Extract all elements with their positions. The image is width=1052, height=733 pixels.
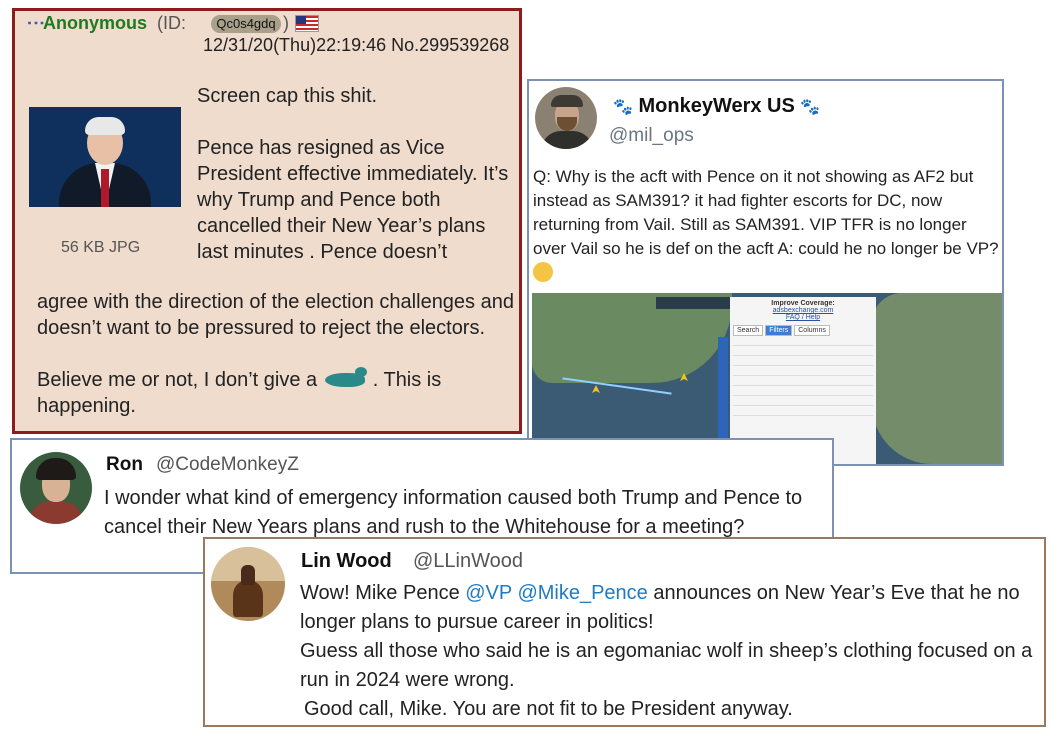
poster-id-label: (ID: <box>157 13 186 33</box>
panel-site-link[interactable]: adsbexchange.com <box>733 307 873 314</box>
display-name[interactable]: Lin Wood <box>301 550 392 573</box>
avatar[interactable] <box>535 87 597 149</box>
tweet-text: Q: Why is the acft with Pence on it not … <box>533 165 1001 285</box>
tab-filters[interactable]: Filters <box>765 325 793 336</box>
poster-id-close: ) <box>283 13 289 33</box>
user-handle[interactable]: @mil_ops <box>609 125 694 147</box>
text-before-mentions: Wow! Mike Pence <box>300 582 466 604</box>
tweet-lin-wood: Lin Wood @LLinWood Wow! Mike Pence @VP @… <box>203 537 1046 727</box>
tweet-text: I wonder what kind of emergency informat… <box>104 487 803 538</box>
map-toolbar[interactable] <box>656 297 734 309</box>
user-handle[interactable]: @CodeMonkeyZ <box>156 454 299 476</box>
aircraft-icon[interactable] <box>592 385 600 393</box>
closing-before: Believe me or not, I don’t give a <box>37 369 318 391</box>
tab-search[interactable]: Search <box>733 325 764 336</box>
post-date: 12/31/20(Thu)22:19:46 <box>203 35 387 55</box>
post-thumbnail[interactable] <box>29 107 181 207</box>
display-name-text: MonkeyWerx US <box>638 95 795 117</box>
post-text-full: agree with the direction of the election… <box>37 291 514 339</box>
faq-link[interactable]: FAQ / Help <box>733 314 873 321</box>
post-text-right: Pence has resigned as Vice President eff… <box>197 137 509 263</box>
tweet-line-2: Guess all those who said he is an egoman… <box>300 640 1033 691</box>
tweet-monkeywerx: 🐾 MonkeyWerx US 🐾 @mil_ops Q: Why is the… <box>527 79 1004 466</box>
paw-icon: 🐾 <box>613 99 633 116</box>
tab-columns[interactable]: Columns <box>794 325 830 336</box>
tweet-line-3: Good call, Mike. You are not fit to be P… <box>304 698 793 720</box>
post-text-closing: Believe me or not, I don’t give a . This… <box>37 367 517 419</box>
display-name[interactable]: Ron <box>106 454 143 476</box>
chan-post: ⋮ Anonymous (ID: Qc0s4gdq ) 12/31/20(Thu… <box>12 8 522 434</box>
display-name[interactable]: 🐾 MonkeyWerx US 🐾 <box>613 95 820 118</box>
poster-id[interactable]: Qc0s4gdq <box>211 15 281 33</box>
mention-vp[interactable]: @VP <box>465 582 512 604</box>
post-text-line1: Screen cap this shit. <box>197 85 378 107</box>
tweet-text: Wow! Mike Pence @VP @Mike_Pence announce… <box>300 579 1044 724</box>
map-controls[interactable] <box>718 337 728 445</box>
thinking-face-icon <box>533 262 553 282</box>
avatar[interactable] <box>20 452 92 524</box>
post-number[interactable]: No.299539268 <box>391 35 509 55</box>
file-info: 56 KB JPG <box>61 239 141 256</box>
user-handle[interactable]: @LLinWood <box>413 550 523 573</box>
tweet-line-1: Wow! Mike Pence @VP @Mike_Pence announce… <box>300 579 1044 637</box>
post-datetime: 12/31/20(Thu)22:19:46 No.299539268 <box>203 35 509 56</box>
paw-icon: 🐾 <box>800 99 821 116</box>
avatar[interactable] <box>211 547 285 621</box>
panel-title: Improve Coverage: <box>771 300 835 307</box>
poster-name: Anonymous <box>43 13 148 33</box>
mention-mike-pence[interactable]: @Mike_Pence <box>517 582 647 604</box>
us-flag-icon <box>295 15 319 32</box>
frog-icon <box>323 367 373 391</box>
tweet-text-content: Q: Why is the acft with Pence on it not … <box>533 167 999 258</box>
